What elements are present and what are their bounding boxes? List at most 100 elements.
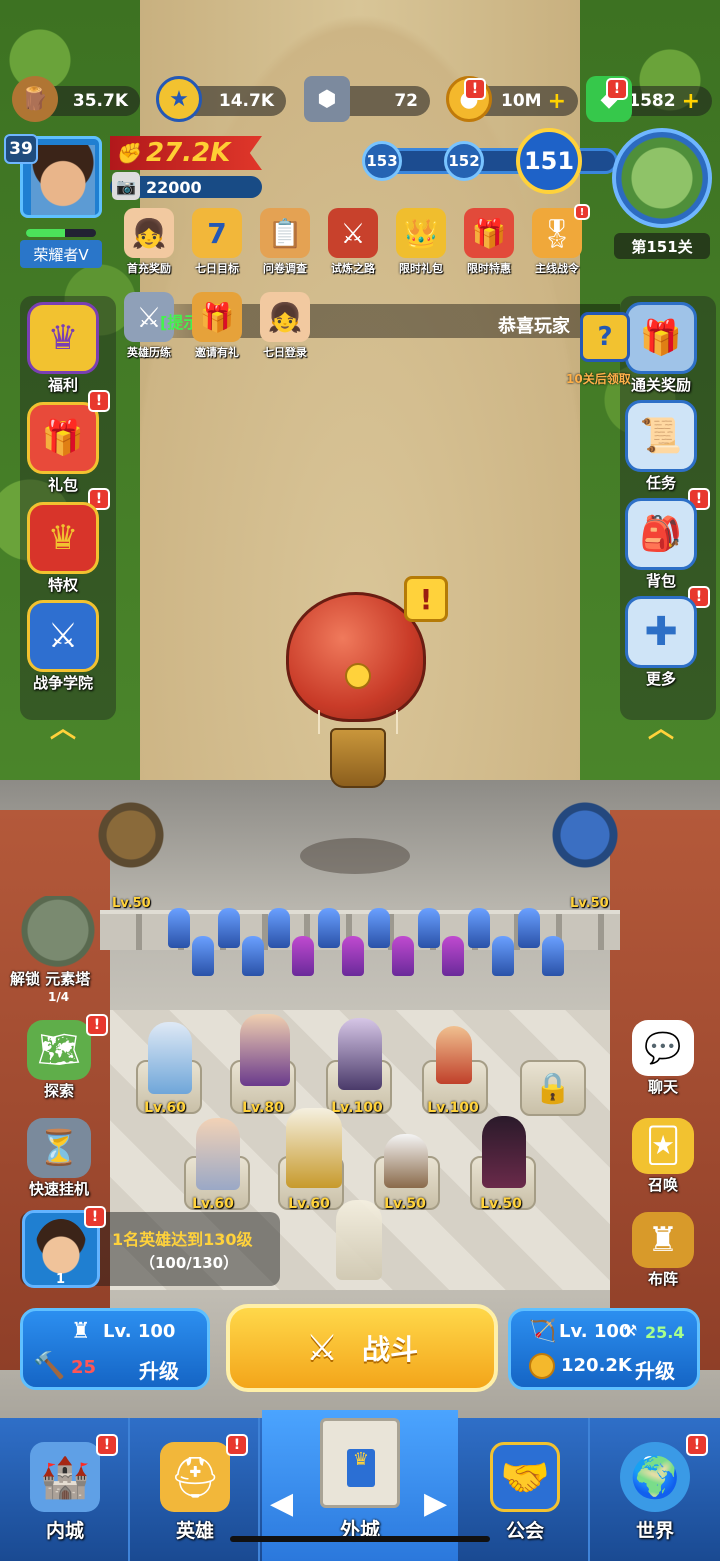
rook-icon: ♜ — [632, 1212, 694, 1268]
iron-ore-icon: ⬢ — [304, 76, 350, 122]
player-rank: 荣耀者Ⅴ — [20, 240, 102, 268]
chat-button[interactable]: 💬 聊天 — [620, 1020, 706, 1097]
hero-level: Lv.50 — [384, 1196, 426, 1212]
xp-bar — [26, 229, 96, 237]
wood-icon: 🪵 — [12, 76, 58, 122]
soldier — [392, 936, 414, 976]
wood-resource[interactable]: 🪵 35.7K — [12, 76, 140, 122]
scroll-icon: 📜 — [625, 400, 697, 472]
hero-level: Lv.50 — [480, 1196, 522, 1212]
archer-upgrade-button[interactable]: 🏹 Lv. 100 ⚒ 25.4 120.2K 升级 — [508, 1308, 700, 1390]
globe-icon: 🌍 — [620, 1442, 690, 1512]
chat-bubble-icon: 💬 — [632, 1020, 694, 1076]
soldier — [268, 908, 290, 948]
event-invite[interactable]: 🎁 邀请有礼 — [184, 292, 250, 360]
cards-icon: 🃏 — [632, 1118, 694, 1174]
hero-figure — [148, 1022, 192, 1094]
seven-badge-icon: 7 — [192, 208, 242, 258]
medal-resource[interactable]: ★ 14.7K — [156, 76, 286, 122]
alert-badge-icon: ! — [96, 1434, 118, 1456]
iron-resource[interactable]: ⬢ 72 — [304, 76, 430, 122]
avatar-portrait — [31, 145, 95, 215]
alert-badge-icon: ! — [84, 1206, 106, 1228]
quick-idle-button[interactable]: ⏳ 快速挂机 — [16, 1118, 102, 1199]
event-limited-pack[interactable]: 👑 限时礼包 — [388, 208, 454, 276]
cannon-tower[interactable] — [540, 800, 630, 870]
collapse-right-chevron-icon[interactable]: ︿ — [618, 708, 704, 745]
event-seven-day-login[interactable]: 👧 七日登录 — [252, 292, 318, 360]
hero-level: Lv.60 — [144, 1100, 186, 1116]
camera-icon: 📷 — [112, 172, 140, 200]
collapse-left-chevron-icon[interactable]: ︿ — [20, 708, 106, 745]
wall-upgrade-button[interactable]: ♜ Lv. 100 🔨 25 升级 — [20, 1308, 210, 1390]
prev-arrow-icon[interactable]: ◀ — [270, 1486, 293, 1521]
hero-level: Lv.60 — [192, 1196, 234, 1212]
element-tower-label: 解锁 元素塔 — [10, 970, 91, 988]
statue-figure — [336, 1200, 382, 1280]
soldier — [542, 936, 564, 976]
right-tower-level: Lv.50 — [570, 896, 609, 911]
notice-text: 恭喜玩家 — [498, 316, 570, 337]
gift-box-icon: 🎁 — [625, 302, 697, 374]
reward-hint: 10关后领取 — [566, 372, 631, 386]
crossed-swords-icon: ⚔ — [27, 600, 99, 672]
soldier — [192, 936, 214, 976]
soldier — [168, 908, 190, 948]
power-banner[interactable]: ✊ 27.2K — [110, 136, 262, 170]
fight-button[interactable]: ⚔ 战斗 — [226, 1304, 498, 1392]
hammer-icon: 🔨 — [33, 1351, 66, 1381]
privilege-button[interactable]: ♛ 特权 — [20, 502, 106, 595]
backpack-icon: 🎒 — [625, 498, 697, 570]
formation-button[interactable]: ♜ 布阵 — [620, 1212, 706, 1289]
home-indicator — [230, 1536, 490, 1542]
element-tower[interactable] — [8, 896, 108, 972]
alert-badge-icon: ! — [88, 390, 110, 412]
lock-icon: 🔒 — [534, 1070, 572, 1106]
event-trial-road[interactable]: ⚔ 试炼之路 — [320, 208, 386, 276]
next-arrow-icon[interactable]: ▶ — [424, 1486, 447, 1521]
event-first-recharge[interactable]: 👧 首充奖励 — [116, 208, 182, 276]
more-button[interactable]: ✚ 更多 — [618, 596, 704, 689]
tower-icon: ♜ — [71, 1319, 91, 1344]
hero-level: Lv.80 — [242, 1100, 284, 1116]
soldier — [468, 908, 490, 948]
xp-fill — [26, 229, 65, 237]
coin-icon — [529, 1353, 555, 1379]
gift-icon: 🎁 — [464, 208, 514, 258]
alert-badge-icon: ! — [464, 78, 486, 100]
soldier — [442, 936, 464, 976]
event-limited-deal[interactable]: 🎁 限时特惠 — [456, 208, 522, 276]
locked-hero-slot[interactable]: 🔒 — [520, 1060, 586, 1116]
gift-pack-button[interactable]: 🎁 礼包 — [20, 402, 106, 495]
add-coins-icon[interactable]: + — [548, 89, 566, 114]
alert-badge-icon: ! — [226, 1434, 248, 1456]
soldier — [242, 936, 264, 976]
add-gems-icon[interactable]: + — [682, 89, 700, 114]
crossbow-tower[interactable] — [86, 800, 176, 870]
welfare-button[interactable]: ♛ 福利 — [20, 302, 106, 395]
left-tower-level: Lv.50 — [112, 896, 151, 911]
backpack-button[interactable]: 🎒 背包 — [618, 498, 704, 591]
hero-figure — [384, 1134, 428, 1188]
stage-map-button[interactable] — [612, 128, 712, 228]
soldier — [492, 936, 514, 976]
balloon-basket — [330, 728, 386, 788]
gift-box-icon: 🎁 — [27, 402, 99, 474]
balloon-alert-icon[interactable]: ! — [404, 576, 448, 622]
bow-icon: 🏹 — [529, 1319, 557, 1344]
handshake-shield-icon: 🤝 — [490, 1442, 560, 1512]
map-sword-icon: 🗺 — [27, 1020, 91, 1080]
helmet-icon: ⛑ — [160, 1442, 230, 1512]
event-seven-day-goal[interactable]: 7 七日目标 — [184, 208, 250, 276]
war-academy-button[interactable]: ⚔ 战争学院 — [20, 600, 106, 693]
tasks-button[interactable]: 📜 任务 — [618, 400, 704, 493]
summon-button[interactable]: 🃏 召唤 — [620, 1118, 706, 1195]
sub-power[interactable]: 📷 22000 — [110, 172, 262, 200]
mystery-card-icon: ? — [580, 312, 630, 362]
crown-icon: ♛ — [27, 502, 99, 574]
hero-figure — [482, 1116, 526, 1188]
hero-figure — [338, 1018, 382, 1090]
balloon-shadow — [300, 838, 410, 874]
event-survey[interactable]: 📋 问卷调查 — [252, 208, 318, 276]
crossed-swords-icon: ⚔ — [305, 1327, 339, 1369]
